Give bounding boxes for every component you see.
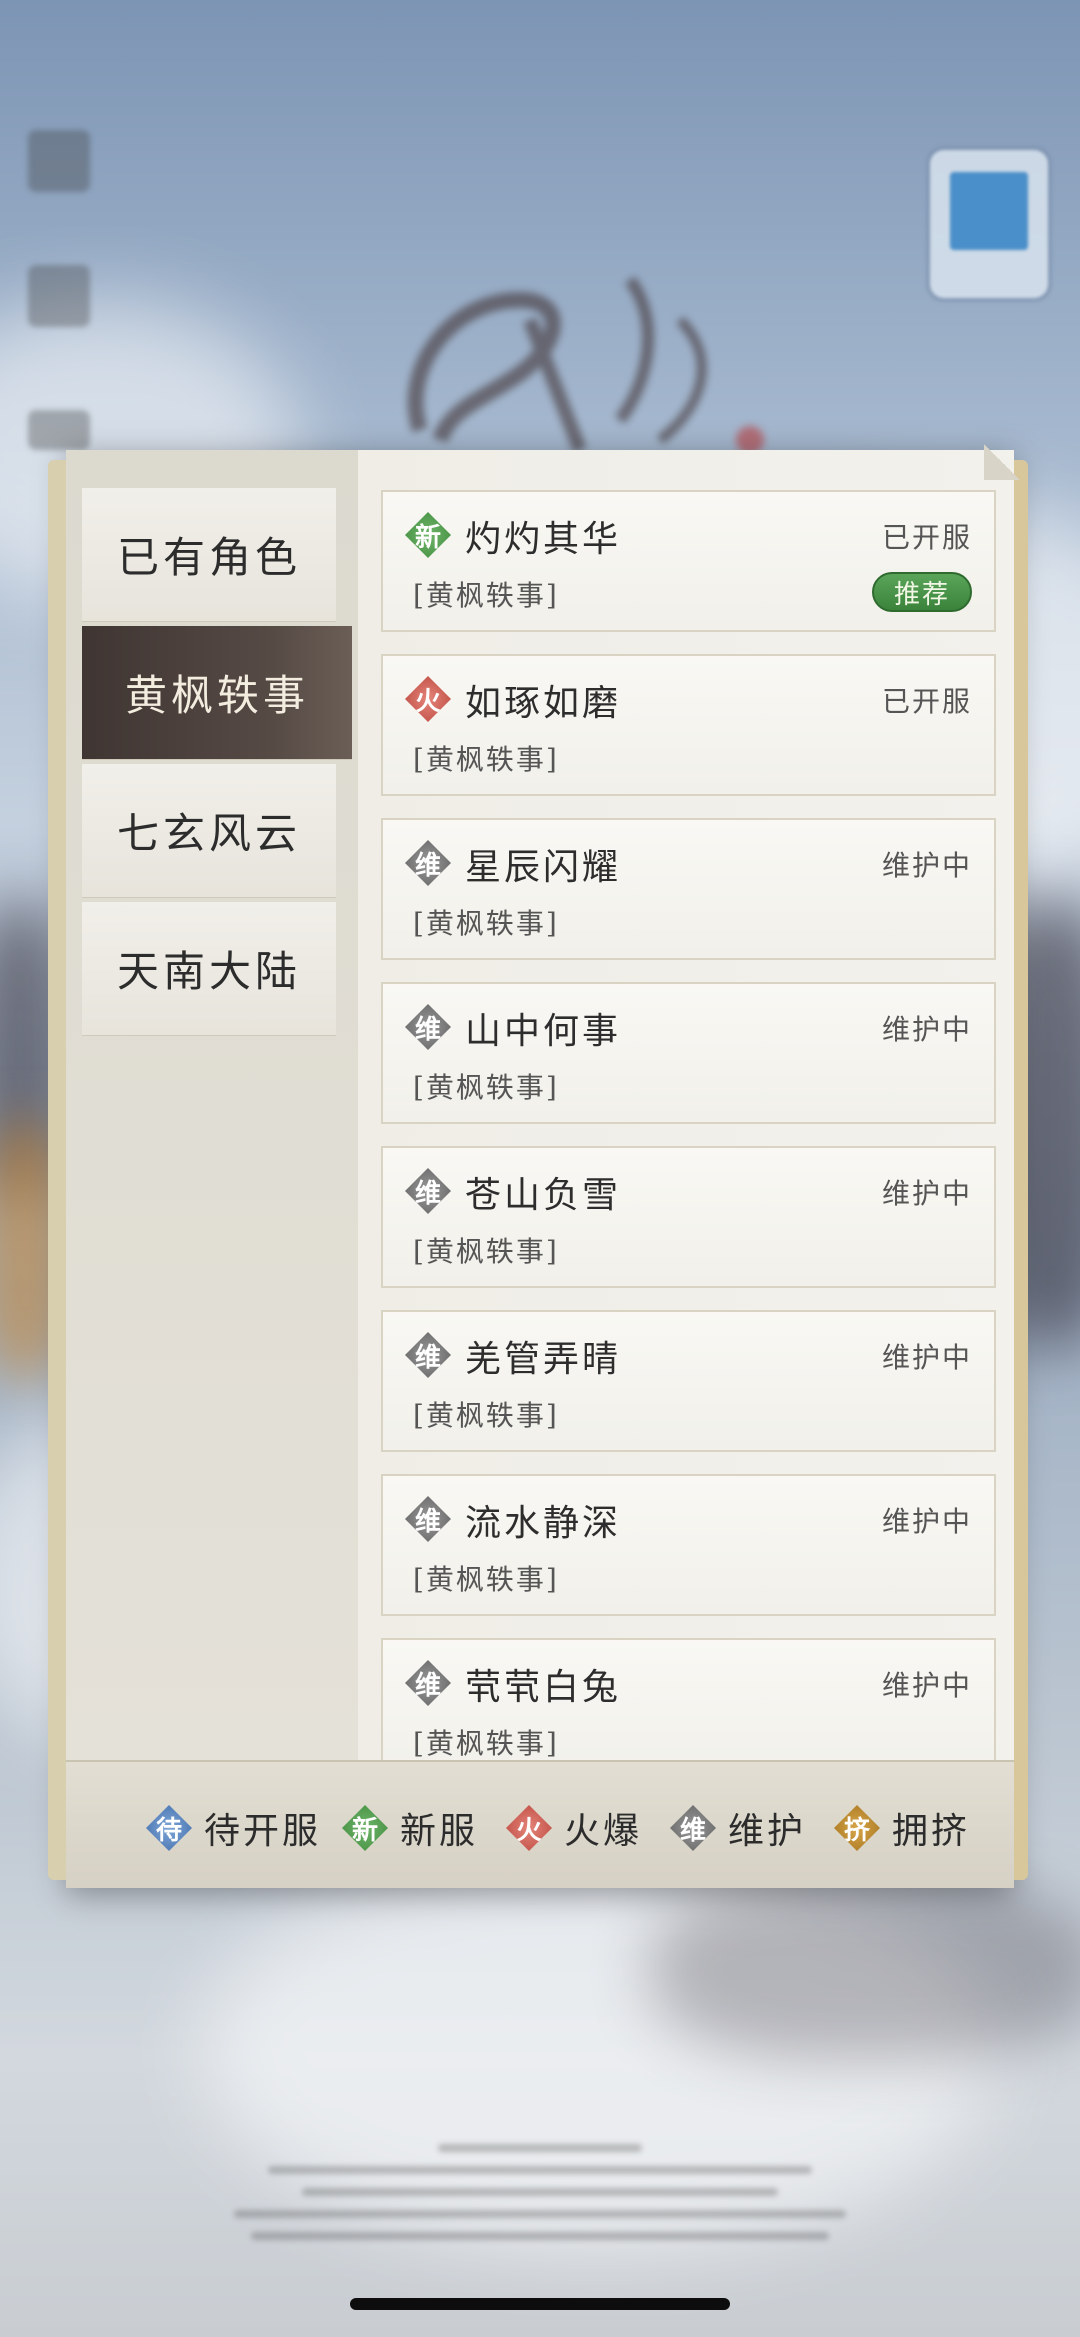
maintenance-badge-icon: 维 (405, 1660, 451, 1706)
game-logo-icon (407, 276, 764, 454)
legend-item-hot: 火 火爆 (506, 1802, 642, 1854)
recommend-badge: 推荐 (872, 572, 972, 612)
tab-qixuan-fengyun[interactable]: 七玄风云 (82, 764, 336, 898)
server-group: [黄枫轶事] (413, 1235, 559, 1268)
server-name: 羌管弄晴 (465, 1339, 622, 1380)
legend-item-maintenance: 维 维护 (670, 1802, 806, 1854)
new-badge-icon: 新 (342, 1805, 388, 1851)
server-group: [黄枫轶事] (413, 743, 559, 776)
server-select-panel: 已有角色 黄枫轶事 七玄风云 天南大陆 新 灼灼其华 已开服 [黄枫轶事] 推荐… (48, 444, 1028, 1888)
server-category-sidebar: 已有角色 黄枫轶事 七玄风云 天南大陆 (66, 450, 358, 1760)
side-menu-icon (28, 265, 90, 327)
server-status: 已开服 (881, 521, 972, 554)
legend-label: 新服 (400, 1811, 479, 1852)
server-group: [黄枫轶事] (413, 907, 559, 940)
server-card[interactable]: 维 星辰闪耀 维护中 [黄枫轶事] (381, 818, 996, 960)
server-status: 已开服 (881, 685, 972, 718)
server-status: 维护中 (881, 1177, 972, 1210)
side-menu-icon (28, 410, 90, 450)
server-card[interactable]: 火 如琢如磨 已开服 [黄枫轶事] (381, 654, 996, 796)
page-curl-decoration (984, 444, 1020, 480)
server-status: 维护中 (881, 849, 972, 882)
server-name: 如琢如磨 (465, 683, 622, 724)
server-card[interactable]: 新 灼灼其华 已开服 [黄枫轶事] 推荐 (381, 490, 996, 632)
server-card[interactable]: 维 山中何事 维护中 [黄枫轶事] (381, 982, 996, 1124)
server-group: [黄枫轶事] (413, 1727, 559, 1760)
maintenance-badge-icon: 维 (405, 1332, 451, 1378)
new-badge-icon: 新 (405, 512, 451, 558)
server-name: 苍山负雪 (465, 1175, 622, 1216)
legend-item-waiting: 待 待开服 (146, 1802, 321, 1854)
tab-tiannan-continent[interactable]: 天南大陆 (82, 902, 336, 1036)
maintenance-badge-icon: 维 (670, 1805, 716, 1851)
server-card[interactable]: 维 苍山负雪 维护中 [黄枫轶事] (381, 1146, 996, 1288)
server-status: 维护中 (881, 1505, 972, 1538)
server-name: 灼灼其华 (465, 519, 622, 560)
crowded-badge-icon: 挤 (834, 1805, 880, 1851)
server-group: [黄枫轶事] (413, 1071, 559, 1104)
server-status: 维护中 (881, 1013, 972, 1046)
server-name: 星辰闪耀 (465, 847, 622, 888)
side-menu-icon (28, 130, 90, 192)
tab-existing-characters[interactable]: 已有角色 (82, 488, 336, 622)
server-name: 山中何事 (465, 1011, 622, 1052)
legend-label: 拥挤 (892, 1811, 971, 1852)
maintenance-badge-icon: 维 (405, 1168, 451, 1214)
legend-label: 维护 (728, 1811, 807, 1852)
server-card[interactable]: 维 流水静深 维护中 [黄枫轶事] (381, 1474, 996, 1616)
server-status: 维护中 (881, 1669, 972, 1702)
legend-item-crowded: 挤 拥挤 (834, 1802, 970, 1854)
server-card[interactable]: 维 茕茕白兔 维护中 [黄枫轶事] (381, 1638, 996, 1760)
qr-code-icon (930, 150, 1048, 298)
maintenance-badge-icon: 维 (405, 840, 451, 886)
waiting-badge-icon: 待 (146, 1805, 192, 1851)
maintenance-badge-icon: 维 (405, 1496, 451, 1542)
server-group: [黄枫轶事] (413, 1563, 559, 1596)
server-card[interactable]: 维 羌管弄晴 维护中 [黄枫轶事] (381, 1310, 996, 1452)
server-list[interactable]: 新 灼灼其华 已开服 [黄枫轶事] 推荐 火 如琢如磨 已开服 [黄枫轶事] 维… (381, 490, 1001, 1760)
server-name: 流水静深 (465, 1503, 622, 1544)
tab-huangfeng-anecdotes[interactable]: 黄枫轶事 (82, 626, 352, 760)
legend-label: 火爆 (564, 1811, 643, 1852)
hot-badge-icon: 火 (405, 676, 451, 722)
server-group: [黄枫轶事] (413, 579, 559, 612)
hot-badge-icon: 火 (506, 1805, 552, 1851)
server-status-legend: 待 待开服 新 新服 火 火爆 维 维护 挤 拥挤 (66, 1760, 1014, 1888)
server-status: 维护中 (881, 1341, 972, 1374)
legend-item-new: 新 新服 (342, 1802, 478, 1854)
server-group: [黄枫轶事] (413, 1399, 559, 1432)
maintenance-badge-icon: 维 (405, 1004, 451, 1050)
server-name: 茕茕白兔 (465, 1667, 622, 1708)
home-indicator[interactable] (350, 2298, 730, 2310)
legend-label: 待开服 (204, 1811, 322, 1852)
